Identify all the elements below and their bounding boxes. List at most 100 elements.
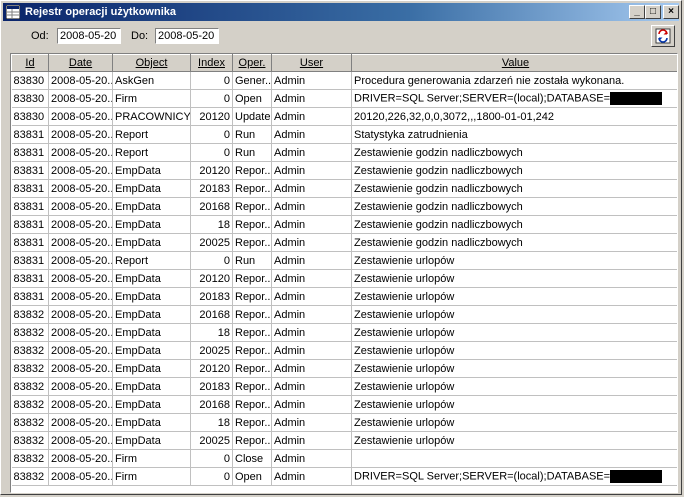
table-row[interactable]: 83832 2008-05-20... EmpData 18 Repor... Admin… (11, 323, 677, 342)
cell-value: Zestawienie godzin nadliczbowych (351, 233, 677, 252)
cell-date: 2008-05-20... (48, 287, 113, 306)
main-window: Rejestr operacji użytkownika _ □ × Od: 2… (0, 0, 682, 495)
operations-grid[interactable]: Id Date Object Index Oper. User Value 83… (10, 53, 678, 493)
cell-date: 2008-05-20... (48, 197, 113, 216)
table-row[interactable]: 83830 2008-05-20... PRACOWNICY 20120 Update A… (11, 107, 677, 126)
header-row: Id Date Object Index Oper. User Value (11, 54, 677, 72)
close-button[interactable]: × (663, 5, 679, 19)
table-row[interactable]: 83832 2008-05-20... Firm 0 Open Admin DRIVER=S… (11, 467, 677, 486)
column-header-date[interactable]: Date (48, 54, 113, 72)
from-date-input[interactable]: 2008-05-20 (57, 28, 121, 44)
table-row[interactable]: 83832 2008-05-20... Firm 0 Close Admin (11, 449, 677, 468)
cell-id: 83831 (11, 269, 49, 288)
cell-date: 2008-05-20... (48, 359, 113, 378)
to-date-input[interactable]: 2008-05-20 (155, 28, 219, 44)
cell-value: Zestawienie urlopów (351, 305, 677, 324)
table-row[interactable]: 83831 2008-05-20... EmpData 18 Repor... Admin… (11, 215, 677, 234)
table-row[interactable]: 83831 2008-05-20... Report 0 Run Admin Zestawi… (11, 143, 677, 162)
cell-oper: Repor... (232, 305, 272, 324)
cell-oper: Run (232, 251, 272, 270)
table-row[interactable]: 83831 2008-05-20... EmpData 20120 Repor... Ad… (11, 161, 677, 180)
table-row[interactable]: 83831 2008-05-20... Report 0 Run Admin Zestawi… (11, 251, 677, 270)
cell-index: 18 (190, 323, 233, 342)
cell-oper: Open (232, 467, 272, 486)
cell-object: EmpData (112, 197, 191, 216)
table-row[interactable]: 83832 2008-05-20... EmpData 20025 Repor... Ad… (11, 341, 677, 360)
cell-value: Zestawienie urlopów (351, 287, 677, 306)
cell-object: Firm (112, 89, 191, 108)
cell-object: EmpData (112, 161, 191, 180)
cell-id: 83831 (11, 251, 49, 270)
cell-value: DRIVER=SQL Server;SERVER=(local);DATABAS… (351, 467, 677, 486)
column-header-object[interactable]: Object (112, 54, 191, 72)
cell-date: 2008-05-20... (48, 89, 113, 108)
column-header-oper[interactable]: Oper. (232, 54, 272, 72)
cell-id: 83830 (11, 89, 49, 108)
table-row[interactable]: 83832 2008-05-20... EmpData 18 Repor... Admin… (11, 413, 677, 432)
cell-object: EmpData (112, 359, 191, 378)
column-header-id[interactable]: Id (11, 54, 49, 72)
cell-oper: Repor... (232, 359, 272, 378)
cell-index: 0 (190, 251, 233, 270)
cell-id: 83832 (11, 413, 49, 432)
cell-object: Report (112, 125, 191, 144)
table-row[interactable]: 83832 2008-05-20... EmpData 20168 Repor... Ad… (11, 305, 677, 324)
table-row[interactable]: 83831 2008-05-20... EmpData 20120 Repor... Ad… (11, 269, 677, 288)
cell-id: 83832 (11, 323, 49, 342)
window-title: Rejestr operacji użytkownika (25, 6, 176, 18)
cell-oper: Repor... (232, 161, 272, 180)
cell-object: EmpData (112, 341, 191, 360)
cell-value (351, 449, 677, 468)
table-row[interactable]: 83830 2008-05-20... AskGen 0 Gener... Admin Pr… (11, 71, 677, 90)
column-header-value[interactable]: Value (351, 54, 677, 72)
cell-object: EmpData (112, 287, 191, 306)
cell-value: Zestawienie urlopów (351, 413, 677, 432)
cell-user: Admin (271, 179, 352, 198)
cell-date: 2008-05-20... (48, 215, 113, 234)
cell-user: Admin (271, 287, 352, 306)
refresh-button[interactable] (651, 25, 675, 47)
cell-user: Admin (271, 341, 352, 360)
cell-value: Zestawienie urlopów (351, 323, 677, 342)
cell-value: Zestawienie godzin nadliczbowych (351, 215, 677, 234)
cell-id: 83831 (11, 197, 49, 216)
redacted-block (610, 470, 663, 483)
cell-value: Zestawienie urlopów (351, 377, 677, 396)
column-header-user[interactable]: User (271, 54, 352, 72)
cell-id: 83831 (11, 233, 49, 252)
cell-user: Admin (271, 197, 352, 216)
cell-oper: Repor... (232, 269, 272, 288)
cell-index: 0 (190, 89, 233, 108)
cell-date: 2008-05-20... (48, 71, 113, 90)
cell-id: 83832 (11, 305, 49, 324)
cell-index: 18 (190, 215, 233, 234)
table-row[interactable]: 83832 2008-05-20... EmpData 20120 Repor... Ad… (11, 359, 677, 378)
table-row[interactable]: 83831 2008-05-20... EmpData 20168 Repor... Ad… (11, 197, 677, 216)
table-row[interactable]: 83831 2008-05-20... EmpData 20025 Repor... Ad… (11, 233, 677, 252)
table-row[interactable]: 83830 2008-05-20... Firm 0 Open Admin DRIVER=S… (11, 89, 677, 108)
cell-value: Statystyka zatrudnienia (351, 125, 677, 144)
cell-user: Admin (271, 305, 352, 324)
table-row[interactable]: 83832 2008-05-20... EmpData 20168 Repor... Ad… (11, 395, 677, 414)
cell-user: Admin (271, 449, 352, 468)
cell-oper: Repor... (232, 179, 272, 198)
cell-value: Zestawienie urlopów (351, 359, 677, 378)
table-row[interactable]: 83831 2008-05-20... Report 0 Run Admin Statyst… (11, 125, 677, 144)
table-row[interactable]: 83832 2008-05-20... EmpData 20183 Repor... Ad… (11, 377, 677, 396)
table-row[interactable]: 83832 2008-05-20... EmpData 20025 Repor... Ad… (11, 431, 677, 450)
cell-object: EmpData (112, 377, 191, 396)
minimize-button[interactable]: _ (629, 5, 645, 19)
cell-id: 83831 (11, 215, 49, 234)
cell-user: Admin (271, 215, 352, 234)
cell-object: EmpData (112, 431, 191, 450)
cell-id: 83832 (11, 377, 49, 396)
table-row[interactable]: 83831 2008-05-20... EmpData 20183 Repor... Ad… (11, 179, 677, 198)
title-bar[interactable]: Rejestr operacji użytkownika _ □ × (3, 3, 679, 21)
cell-user: Admin (271, 359, 352, 378)
cell-id: 83832 (11, 341, 49, 360)
column-header-index[interactable]: Index (190, 54, 233, 72)
maximize-button[interactable]: □ (645, 5, 661, 19)
cell-index: 20168 (190, 395, 233, 414)
cell-id: 83832 (11, 359, 49, 378)
table-row[interactable]: 83831 2008-05-20... EmpData 20183 Repor... Ad… (11, 287, 677, 306)
